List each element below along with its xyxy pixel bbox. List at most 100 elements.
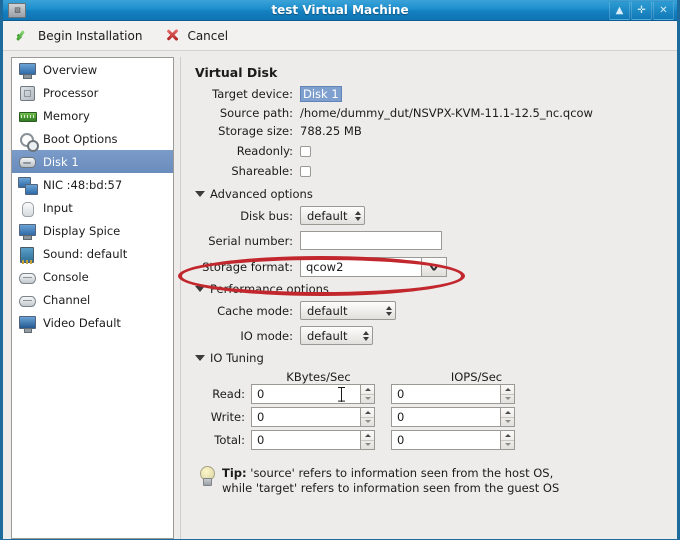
spinner-buttons[interactable] (360, 384, 375, 404)
read-label: Read: (212, 387, 245, 401)
target-device-row: Target device: Disk 1 (193, 86, 671, 102)
maximize-icon[interactable]: ✛ (631, 0, 652, 20)
total-iops-spinner[interactable]: 0 (391, 430, 515, 450)
console-icon (18, 269, 36, 285)
sidebar-item-sound[interactable]: Sound: default (12, 242, 173, 265)
chevron-down-icon (195, 286, 205, 292)
io-tuning-write-row: Write: 0 0 (193, 407, 671, 427)
network-icon (18, 176, 38, 195)
cache-mode-row: Cache mode: default (193, 301, 671, 320)
sidebar-item-label: Display Spice (43, 223, 121, 238)
close-icon[interactable]: ✕ (653, 0, 674, 20)
disk-bus-combo[interactable]: default (300, 206, 366, 225)
toolbar: Begin Installation Cancel (3, 21, 677, 51)
spinner-down-icon[interactable] (501, 418, 514, 427)
spinner-buttons[interactable] (360, 430, 375, 450)
chevron-down-icon (195, 355, 205, 361)
spinner-down-icon[interactable] (501, 441, 514, 450)
spinner-buttons[interactable] (500, 384, 515, 404)
cancel-button[interactable]: Cancel (160, 25, 232, 46)
total-label: Total: (214, 433, 245, 447)
spinner-up-icon[interactable] (361, 431, 374, 441)
read-iops-value[interactable]: 0 (391, 384, 500, 404)
tip-line-1: 'source' refers to information seen from… (246, 466, 554, 480)
sidebar-item-memory[interactable]: Memory (12, 104, 173, 127)
sidebar-item-label: Input (43, 200, 73, 215)
spinner-buttons[interactable] (500, 430, 515, 450)
write-kbytes-spinner[interactable]: 0 (251, 407, 375, 427)
sidebar-item-overview[interactable]: Overview (12, 58, 173, 81)
spinner-up-icon[interactable] (501, 408, 514, 418)
memory-icon (18, 108, 37, 124)
io-tuning-label: IO Tuning (210, 351, 264, 365)
display-icon (18, 223, 36, 240)
minimize-icon[interactable]: ▲ (609, 0, 630, 20)
hardware-sidebar[interactable]: Overview Processor Memory Boot Options D… (11, 57, 174, 539)
spinner-down-icon[interactable] (361, 395, 374, 404)
shareable-checkbox[interactable] (300, 165, 311, 177)
storage-format-dropdown-button[interactable] (421, 257, 447, 277)
source-path-row: Source path: /home/dummy_dut/NSVPX-KVM-1… (193, 106, 671, 120)
read-kbytes-spinner[interactable]: 0 (251, 384, 375, 404)
tip-line-2: while 'target' refers to information see… (222, 481, 560, 495)
source-path-value: /home/dummy_dut/NSVPX-KVM-11.1-12.5_nc.q… (300, 106, 593, 120)
io-mode-combo[interactable]: default (300, 326, 373, 345)
cancel-x-icon (164, 27, 181, 44)
io-mode-label: IO mode: (240, 328, 293, 343)
sidebar-item-label: Sound: default (43, 246, 128, 261)
cache-mode-value: default (307, 303, 348, 318)
storage-format-value[interactable]: qcow2 (300, 257, 421, 277)
storage-format-combo[interactable]: qcow2 (300, 257, 447, 277)
serial-number-input[interactable] (300, 231, 442, 250)
io-tuning-headers: KBytes/Sec IOPS/Sec (249, 370, 671, 384)
sidebar-item-display-spice[interactable]: Display Spice (12, 219, 173, 242)
sidebar-item-processor[interactable]: Processor (12, 81, 173, 104)
begin-installation-button[interactable]: Begin Installation (11, 25, 146, 46)
spinner-buttons[interactable] (360, 407, 375, 427)
window-title: test Virtual Machine (271, 3, 409, 17)
target-device-label: Target device: (212, 87, 293, 101)
total-kbytes-value[interactable]: 0 (251, 430, 360, 450)
total-kbytes-spinner[interactable]: 0 (251, 430, 375, 450)
io-tuning-read-row: Read: 0 0 (193, 384, 671, 404)
spinner-down-icon[interactable] (361, 418, 374, 427)
tip-box: Tip: 'source' refers to information seen… (199, 466, 671, 496)
spinner-buttons[interactable] (500, 407, 515, 427)
spinner-down-icon[interactable] (501, 395, 514, 404)
sidebar-item-channel[interactable]: Channel (12, 288, 173, 311)
cpu-icon (18, 85, 36, 101)
sidebar-item-input[interactable]: Input (12, 196, 173, 219)
disk-bus-label: Disk bus: (240, 208, 293, 223)
cache-mode-combo[interactable]: default (300, 301, 396, 320)
io-tuning-grid: KBytes/Sec IOPS/Sec Read: 0 0 Write: 0 0… (193, 370, 671, 450)
spinner-up-icon[interactable] (361, 408, 374, 418)
mouse-icon (18, 200, 36, 217)
write-kbytes-value[interactable]: 0 (251, 407, 360, 427)
performance-options-expander[interactable]: Performance options (195, 282, 671, 296)
shareable-row: Shareable: (193, 164, 671, 178)
sidebar-item-video-default[interactable]: Video Default (12, 311, 173, 334)
io-mode-value: default (307, 328, 348, 343)
write-iops-value[interactable]: 0 (391, 407, 500, 427)
io-tuning-expander[interactable]: IO Tuning (195, 351, 671, 365)
spinner-down-icon[interactable] (361, 441, 374, 450)
read-iops-spinner[interactable]: 0 (391, 384, 515, 404)
advanced-options-expander[interactable]: Advanced options (195, 187, 671, 201)
write-iops-spinner[interactable]: 0 (391, 407, 515, 427)
sidebar-item-console[interactable]: Console (12, 265, 173, 288)
up-down-arrows-icon (355, 210, 362, 221)
sidebar-item-label: Video Default (43, 315, 121, 330)
storage-size-label: Storage size: (218, 124, 293, 138)
spinner-up-icon[interactable] (501, 385, 514, 395)
sidebar-item-boot-options[interactable]: Boot Options (12, 127, 173, 152)
title-bar[interactable]: ▧ test Virtual Machine ▲ ✛ ✕ (3, 0, 677, 21)
total-iops-value[interactable]: 0 (391, 430, 500, 450)
sidebar-item-nic[interactable]: NIC :48:bd:57 (12, 173, 173, 196)
sidebar-item-label: Memory (43, 108, 90, 123)
spinner-up-icon[interactable] (361, 385, 374, 395)
sidebar-item-disk-1[interactable]: Disk 1 (12, 150, 173, 173)
spinner-up-icon[interactable] (501, 431, 514, 441)
virtual-disk-panel: Virtual Disk Target device: Disk 1 Sourc… (180, 57, 671, 539)
readonly-checkbox[interactable] (300, 145, 311, 157)
target-device-value[interactable]: Disk 1 (300, 86, 342, 102)
